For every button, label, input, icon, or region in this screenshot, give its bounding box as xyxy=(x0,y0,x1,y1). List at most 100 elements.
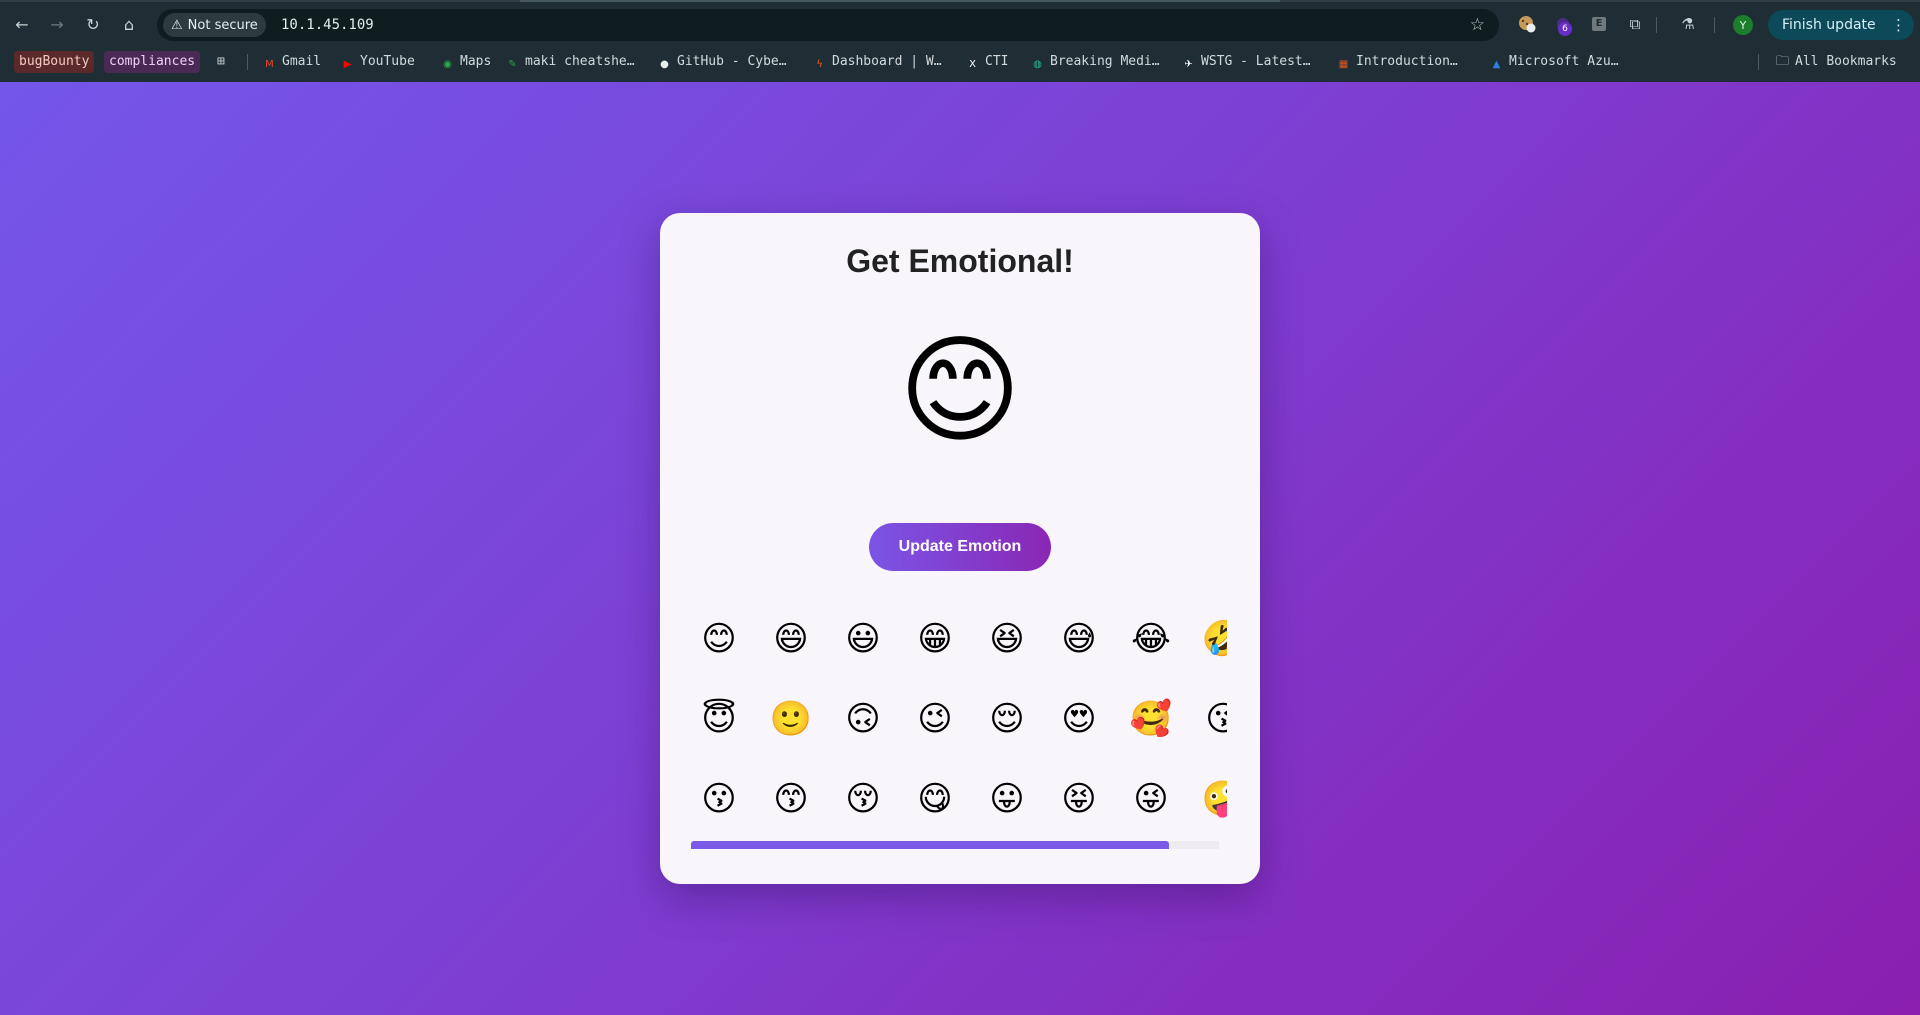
extensions-puzzle-icon[interactable]: ⧉ xyxy=(1621,10,1649,38)
bookmark-label: YouTube xyxy=(360,54,415,69)
security-chip[interactable]: ⚠ Not secure xyxy=(163,13,266,37)
toolbar-separator xyxy=(1656,17,1657,33)
emoji-option[interactable]: 😉 xyxy=(905,689,965,749)
bookmark-label: GitHub - Cybe… xyxy=(677,54,787,69)
current-emotion-emoji: 😊 xyxy=(898,321,1022,459)
emoji-option[interactable]: 😙 xyxy=(761,769,821,829)
browser-chrome: ← → ↻ ⌂ ⚠ Not secure 10.1.45.109 ☆ 6 E ⧉… xyxy=(0,0,1920,82)
forward-icon[interactable]: → xyxy=(43,10,71,38)
emoji-option[interactable]: 🙂 xyxy=(761,689,821,749)
warning-icon: ⚠ xyxy=(171,17,183,33)
emoji-option[interactable]: 😂 xyxy=(1121,609,1181,669)
bookmark-github-icon: ● xyxy=(660,59,669,70)
bookmark-wstg-icon: ✈ xyxy=(1184,59,1193,70)
emoji-option[interactable]: 😗 xyxy=(691,769,749,829)
page-background: Get Emotional! 😊 Update Emotion 😊 😄 😃 😁 😆 😅 😂 🤣… xyxy=(0,82,1920,1015)
bookmarks-bar: bugBounty compliances ⊞ M Gmail ▶ YouTube ◉ Maps… xyxy=(0,48,1920,76)
bookmark-introduction-icon: ▦ xyxy=(1338,59,1349,70)
browser-toolbar: ← → ↻ ⌂ ⚠ Not secure 10.1.45.109 ☆ 6 E ⧉… xyxy=(0,6,1920,44)
back-icon[interactable]: ← xyxy=(8,10,36,38)
emoji-option[interactable]: 😝 xyxy=(1049,769,1109,829)
emoji-option[interactable]: 😋 xyxy=(905,769,965,829)
menu-dots-icon: ⋮ xyxy=(1891,16,1906,34)
tab-strip xyxy=(0,0,1920,2)
bookmark-apps[interactable]: ⊞ xyxy=(217,51,225,73)
update-emotion-button[interactable]: Update Emotion xyxy=(869,523,1051,571)
bookmark-maki-cheatsheet[interactable]: ✎ maki cheatshe… xyxy=(506,51,635,73)
bookmark-github[interactable]: ● GitHub - Cybe… xyxy=(658,51,787,73)
emoji-option[interactable]: 🤪 xyxy=(1193,769,1227,829)
page-title: Get Emotional! xyxy=(846,243,1074,279)
all-bookmarks-label: All Bookmarks xyxy=(1795,54,1897,69)
home-icon[interactable]: ⌂ xyxy=(115,10,143,38)
active-tab-indicator xyxy=(520,0,1280,2)
emoji-option[interactable]: 😌 xyxy=(977,689,1037,749)
cookie-extension-icon[interactable] xyxy=(1513,10,1541,38)
bookmark-label: ⊞ xyxy=(217,54,225,69)
emoji-option[interactable]: 🥰 xyxy=(1121,689,1181,749)
bookmark-compliances[interactable]: compliances xyxy=(104,51,201,73)
bookmark-maps[interactable]: ◉ Maps xyxy=(441,51,491,73)
bookmark-label: WSTG - Latest… xyxy=(1201,54,1311,69)
all-bookmarks-button[interactable]: 🗀 All Bookmarks xyxy=(1776,51,1897,73)
bookmark-gmail[interactable]: M Gmail xyxy=(263,51,321,73)
bookmark-label: CTI xyxy=(985,54,1009,69)
emoji-option[interactable]: 😚 xyxy=(833,769,893,829)
emoji-option[interactable]: 😘 xyxy=(1193,689,1227,749)
bookmark-label: Gmail xyxy=(282,54,322,69)
address-bar[interactable]: ⚠ Not secure 10.1.45.109 ☆ xyxy=(157,9,1499,41)
emotion-card: Get Emotional! 😊 Update Emotion 😊 😄 😃 😁 😆 😅 😂 🤣… xyxy=(660,213,1260,884)
bookmark-label: Maps xyxy=(460,54,492,69)
finish-update-label: Finish update xyxy=(1782,17,1876,33)
bookmark-cti-icon: X xyxy=(969,59,976,70)
labs-icon[interactable]: ⚗ xyxy=(1674,10,1702,38)
bookmark-maps-icon: ◉ xyxy=(443,59,452,70)
bookmark-label: maki cheatshe… xyxy=(525,54,635,69)
bookmark-youtube[interactable]: ▶ YouTube xyxy=(341,51,415,73)
emoji-option[interactable]: 😇 xyxy=(691,689,749,749)
bookmark-label: bugBounty xyxy=(19,54,90,69)
emoji-option[interactable]: 😅 xyxy=(1049,609,1109,669)
bookmark-breaking-media-icon: ◍ xyxy=(1033,59,1042,70)
bookmark-label: Breaking Medi… xyxy=(1050,54,1160,69)
finish-update-button[interactable]: Finish update ⋮ xyxy=(1768,10,1914,40)
folder-icon: 🗀 xyxy=(1776,54,1790,69)
bookmarks-separator xyxy=(1758,54,1759,70)
bookmark-dashboard[interactable]: ϟ Dashboard | W… xyxy=(813,51,942,73)
bookmark-gmail-icon: M xyxy=(265,59,274,70)
bookmark-star-icon[interactable]: ☆ xyxy=(1470,15,1485,35)
bookmark-cti[interactable]: X CTI xyxy=(966,51,1008,73)
bookmark-label: Introduction… xyxy=(1356,54,1458,69)
bookmark-label: Microsoft Azu… xyxy=(1509,54,1619,69)
bookmark-label: compliances xyxy=(109,54,196,69)
emoji-option[interactable]: 😃 xyxy=(833,609,893,669)
emoji-option[interactable]: 😁 xyxy=(905,609,965,669)
horizontal-scrollbar-thumb[interactable] xyxy=(691,841,1169,849)
security-label: Not secure xyxy=(187,17,258,33)
bookmark-introduction[interactable]: ▦ Introduction… xyxy=(1337,51,1458,73)
bookmark-bugbounty[interactable]: bugBounty xyxy=(14,51,95,73)
url-text[interactable]: 10.1.45.109 xyxy=(281,9,374,41)
emoji-option[interactable]: 🤣 xyxy=(1193,609,1227,669)
bookmark-wstg[interactable]: ✈ WSTG - Latest… xyxy=(1182,51,1311,73)
bookmark-maki-cheatsheet-icon: ✎ xyxy=(508,59,517,70)
bookmark-youtube-icon: ▶ xyxy=(343,59,352,70)
emoji-option[interactable]: 😍 xyxy=(1049,689,1109,749)
extension-badge: 6 xyxy=(1558,22,1572,36)
emoji-option[interactable]: 🙃 xyxy=(833,689,893,749)
bookmark-label: Dashboard | W… xyxy=(832,54,942,69)
bookmark-dashboard-icon: ϟ xyxy=(816,59,823,70)
emoji-option[interactable]: 😛 xyxy=(977,769,1037,829)
reload-icon[interactable]: ↻ xyxy=(79,10,107,38)
emoji-option[interactable]: 😊 xyxy=(691,609,749,669)
emoji-option[interactable]: 😆 xyxy=(977,609,1037,669)
emoji-picker[interactable]: 😊 😄 😃 😁 😆 😅 😂 🤣 😇 🙂 🙃 😉 😌 😍 🥰 😘 😗 😙 😚 😋 😛 😝 😜 🤪 xyxy=(691,599,1227,849)
bookmarks-separator xyxy=(247,54,248,70)
bookmark-microsoft-azure[interactable]: ▲ Microsoft Azu… xyxy=(1490,51,1619,73)
profile-avatar[interactable]: Y xyxy=(1733,15,1753,35)
emoji-option[interactable]: 😄 xyxy=(761,609,821,669)
toolbar-separator xyxy=(1714,17,1715,33)
emoji-option[interactable]: 😜 xyxy=(1121,769,1181,829)
bookmark-breaking-media[interactable]: ◍ Breaking Medi… xyxy=(1031,51,1160,73)
e-extension-icon[interactable]: E xyxy=(1585,10,1613,38)
